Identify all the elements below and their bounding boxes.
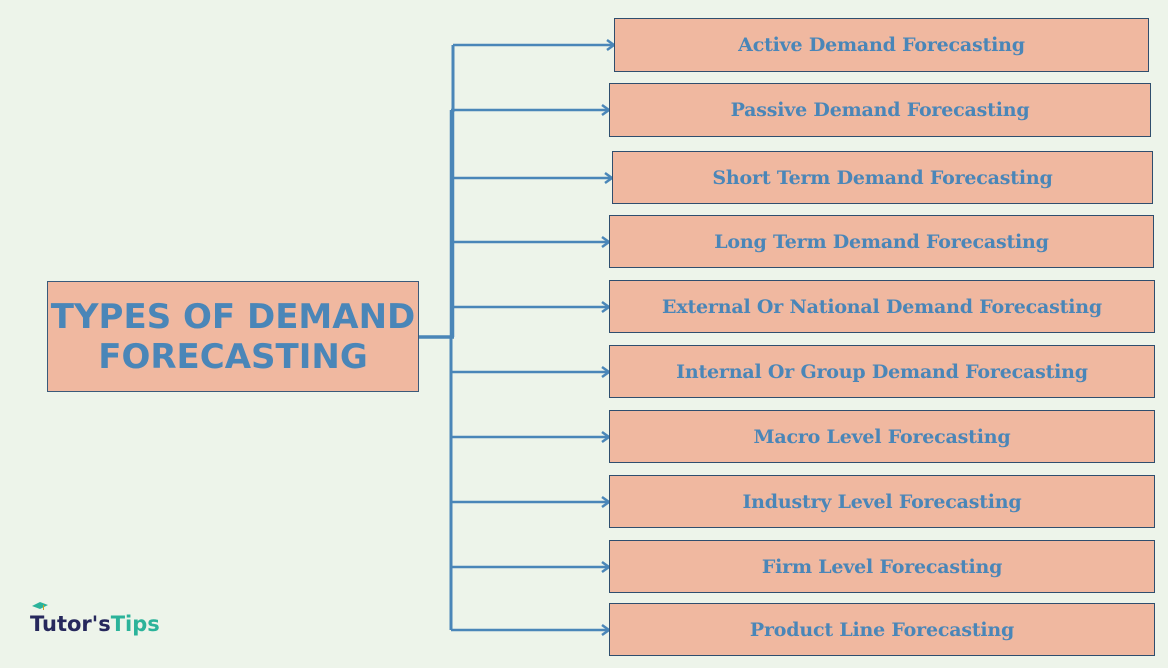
type-box-passive: Passive Demand Forecasting (609, 83, 1151, 137)
arrow-head-icon (601, 365, 612, 379)
type-box-internal: Internal Or Group Demand Forecasting (609, 345, 1155, 398)
type-box-external: External Or National Demand Forecasting (609, 280, 1155, 333)
arrow-head-icon (604, 171, 615, 185)
arrow-head-icon (601, 103, 612, 117)
type-label: Short Term Demand Forecasting (712, 166, 1053, 189)
type-box-industry: Industry Level Forecasting (609, 475, 1155, 528)
type-box-long-term: Long Term Demand Forecasting (609, 215, 1154, 268)
type-box-product-line: Product Line Forecasting (609, 603, 1155, 656)
type-label: Industry Level Forecasting (742, 490, 1022, 513)
root-title-line-2: FORECASTING (98, 336, 368, 377)
type-box-firm: Firm Level Forecasting (609, 540, 1155, 593)
logo-part-1: Tutor's (30, 612, 111, 636)
root-title-line-1: TYPES OF DEMAND (50, 296, 416, 337)
type-label: Macro Level Forecasting (753, 425, 1011, 448)
root-node: TYPES OF DEMAND FORECASTING (47, 281, 419, 392)
arrow-head-icon (601, 300, 612, 314)
type-label: Internal Or Group Demand Forecasting (676, 360, 1088, 383)
arrow-head-icon (601, 430, 612, 444)
type-label: Firm Level Forecasting (761, 555, 1003, 578)
tutors-tips-logo: Tutor's Tips (30, 602, 160, 636)
type-label: Active Demand Forecasting (738, 34, 1025, 56)
type-box-macro: Macro Level Forecasting (609, 410, 1155, 463)
arrow-head-icon (601, 560, 612, 574)
logo-part-2: Tips (110, 612, 160, 636)
type-box-active: Active Demand Forecasting (614, 18, 1149, 72)
arrow-head-icon (601, 623, 612, 637)
arrow-head-icon (606, 38, 617, 52)
graduation-cap-icon (32, 602, 48, 610)
type-label: Product Line Forecasting (749, 618, 1015, 641)
type-box-short-term: Short Term Demand Forecasting (612, 151, 1153, 204)
type-label: Long Term Demand Forecasting (714, 230, 1049, 253)
type-label: External Or National Demand Forecasting (662, 295, 1102, 318)
arrow-head-icon (601, 495, 612, 509)
arrow-head-icon (601, 235, 612, 249)
type-label: Passive Demand Forecasting (730, 99, 1030, 121)
